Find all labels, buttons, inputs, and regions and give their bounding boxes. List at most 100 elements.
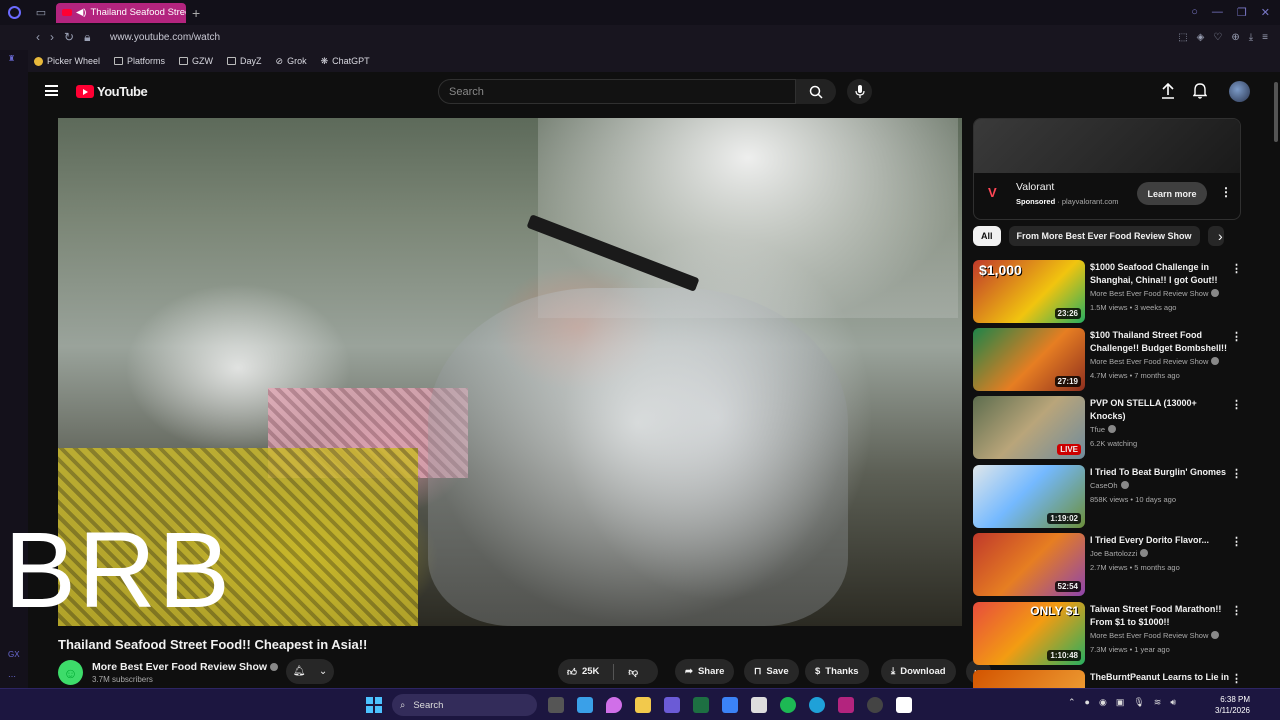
account-avatar[interactable] xyxy=(1229,81,1250,102)
recommendation-title[interactable]: $100 Thailand Street Food Challenge!! Bu… xyxy=(1090,329,1230,355)
obs-icon[interactable] xyxy=(867,697,883,713)
save-button[interactable]: ⊓ Save xyxy=(744,659,799,684)
opera-gx-taskbar-icon[interactable] xyxy=(838,697,854,713)
guide-menu-icon[interactable] xyxy=(45,85,58,96)
edge-icon[interactable] xyxy=(809,697,825,713)
recommendation-title[interactable]: I Tried To Beat Burglin' Gnomes xyxy=(1090,466,1230,479)
scrollbar-thumb[interactable] xyxy=(1274,82,1278,142)
dislike-button[interactable]: 👎︎ xyxy=(619,659,647,684)
restore-icon[interactable]: ❐ xyxy=(1237,6,1247,19)
item-menu-icon[interactable]: ⋮ xyxy=(1231,535,1242,548)
taskbar-search[interactable]: ⌕ Search xyxy=(392,694,537,716)
video-thumbnail[interactable] xyxy=(973,670,1085,688)
recommendation-title[interactable]: $1000 Seafood Challenge in Shanghai, Chi… xyxy=(1090,261,1230,287)
chevron-right-icon[interactable]: › xyxy=(1218,228,1223,244)
system-clock[interactable]: 6:38 PM 3/11/2026 xyxy=(1208,694,1250,716)
item-menu-icon[interactable]: ⋮ xyxy=(1231,398,1242,411)
tab-islands-icon[interactable]: ▭ xyxy=(28,0,54,25)
chip-all[interactable]: All xyxy=(973,226,1001,246)
tray-wifi-icon[interactable]: ≋ xyxy=(1154,697,1162,708)
recommendation-title[interactable]: PVP ON STELLA (13000+ Knocks) xyxy=(1090,397,1230,423)
reload-icon[interactable]: ↻ xyxy=(64,30,74,45)
tray-chevron-up-icon[interactable]: ⌃ xyxy=(1068,697,1076,708)
wallet-icon[interactable]: ⊕ xyxy=(1231,32,1239,43)
tray-discord-icon[interactable]: ◉ xyxy=(1099,697,1107,708)
tray-volume-icon[interactable]: 🔊︎ xyxy=(1170,697,1176,708)
recommendation-title[interactable]: TheBurntPeanut Learns to Lie in xyxy=(1090,671,1230,684)
voice-search-button[interactable] xyxy=(847,79,872,104)
grid-app-icon[interactable] xyxy=(664,697,680,713)
page-scrollbar[interactable] xyxy=(1272,72,1280,688)
recommendation-title[interactable]: I Tried Every Dorito Flavor... xyxy=(1090,534,1230,547)
active-tab[interactable]: ◀) Thailand Seafood Street xyxy=(56,2,186,23)
notifications-bell-icon[interactable] xyxy=(1191,82,1209,100)
shield-icon[interactable]: ◈ xyxy=(1197,32,1205,43)
audio-playing-icon[interactable]: ◀) xyxy=(76,7,86,18)
share-button[interactable]: ➦ Share xyxy=(675,659,735,684)
recommendation-item[interactable]: 27:19 $100 Thailand Street Food Challeng… xyxy=(973,328,1243,392)
windows-start-icon[interactable] xyxy=(366,697,382,713)
opera-gx-logo-icon[interactable] xyxy=(0,0,28,25)
search-input[interactable]: Search xyxy=(438,79,796,104)
bookmark-item[interactable]: ❋ ChatGPT xyxy=(321,56,370,67)
recommendation-item[interactable]: LIVE PVP ON STELLA (13000+ Knocks) Tfue … xyxy=(973,396,1243,460)
forward-icon[interactable]: › xyxy=(50,30,54,45)
recommendation-item[interactable]: 52:54 I Tried Every Dorito Flavor... Joe… xyxy=(973,533,1243,597)
video-thumbnail[interactable]: 1:19:02 xyxy=(973,465,1085,528)
recommendation-title[interactable]: Taiwan Street Food Marathon!! From $1 to… xyxy=(1090,603,1230,629)
recommendation-item[interactable]: 1:19:02 I Tried To Beat Burglin' Gnomes … xyxy=(973,465,1243,529)
heart-icon[interactable]: ♡ xyxy=(1213,32,1222,43)
excel-icon[interactable] xyxy=(693,697,709,713)
like-button[interactable]: 👍︎ 25K xyxy=(558,659,608,684)
video-thumbnail[interactable]: 27:19 xyxy=(973,328,1085,391)
bookmark-item[interactable]: Picker Wheel xyxy=(34,56,100,66)
video-thumbnail[interactable]: ONLY $1 1:10:48 xyxy=(973,602,1085,665)
learn-more-button[interactable]: Learn more xyxy=(1137,182,1207,205)
spotify-icon[interactable] xyxy=(780,697,796,713)
more-icon[interactable]: ⋯ xyxy=(8,672,16,681)
sponsored-ad[interactable]: V Valorant Sponsored · playvalorant.com … xyxy=(973,118,1241,220)
download-button[interactable]: ⤓ Download xyxy=(881,659,956,684)
side-rail-label[interactable]: GX xyxy=(8,650,20,659)
item-menu-icon[interactable]: ⋮ xyxy=(1231,672,1242,685)
nvidia-app-icon[interactable] xyxy=(896,697,912,713)
item-menu-icon[interactable]: ⋮ xyxy=(1231,604,1242,617)
recommendation-item[interactable]: TheBurntPeanut Learns to Lie in ⋮ xyxy=(973,670,1243,688)
back-icon[interactable]: ‹ xyxy=(36,30,40,45)
notepad-icon[interactable] xyxy=(722,697,738,713)
file-explorer-icon[interactable] xyxy=(635,697,651,713)
droplet-app-icon[interactable] xyxy=(606,697,622,713)
thanks-button[interactable]: $ Thanks xyxy=(805,659,869,684)
bookmark-folder[interactable]: GZW xyxy=(179,56,213,66)
new-tab-button[interactable]: + xyxy=(192,5,200,21)
recommendation-item[interactable]: ONLY $1 1:10:48 Taiwan Street Food Marat… xyxy=(973,602,1243,666)
item-menu-icon[interactable]: ⋮ xyxy=(1231,467,1242,480)
url-field[interactable]: www.youtube.com/watch xyxy=(110,32,220,43)
close-icon[interactable]: ✕ xyxy=(1261,6,1270,19)
tray-mic-icon[interactable]: 🎙︎ xyxy=(1133,697,1144,708)
subscription-bell-button[interactable]: 🔔︎ ⌄ xyxy=(286,659,334,684)
ad-banner-image[interactable] xyxy=(974,119,1240,173)
download-icon[interactable]: ⤓ xyxy=(1249,32,1253,43)
tray-app-icon[interactable]: ▣ xyxy=(1116,697,1125,708)
snapshot-icon[interactable]: ⬚ xyxy=(1178,32,1187,43)
menu-icon[interactable]: ≡ xyxy=(1262,32,1268,43)
ad-menu-icon[interactable]: ⋮ xyxy=(1220,185,1232,199)
gx-control-icon[interactable]: ♜ xyxy=(8,54,15,63)
channel-avatar[interactable]: ☺ xyxy=(58,660,83,685)
channel-name[interactable]: More Best Ever Food Review Show xyxy=(92,661,279,673)
task-view-icon[interactable] xyxy=(548,697,564,713)
tray-app-icon[interactable]: ● xyxy=(1085,697,1090,708)
capcut-icon[interactable] xyxy=(751,697,767,713)
search-button[interactable] xyxy=(796,79,836,104)
item-menu-icon[interactable]: ⋮ xyxy=(1231,262,1242,275)
chip-from-channel[interactable]: From More Best Ever Food Review Show xyxy=(1008,226,1200,246)
bookmark-folder[interactable]: DayZ xyxy=(227,56,262,66)
upload-icon[interactable] xyxy=(1159,82,1177,100)
minimize-icon[interactable]: — xyxy=(1212,6,1223,19)
bookmark-folder[interactable]: Platforms xyxy=(114,56,165,66)
video-thumbnail[interactable]: LIVE xyxy=(973,396,1085,459)
photos-app-icon[interactable] xyxy=(577,697,593,713)
video-thumbnail[interactable]: $1,000 23:26 xyxy=(973,260,1085,323)
search-tabs-icon[interactable]: ○ xyxy=(1191,6,1198,19)
